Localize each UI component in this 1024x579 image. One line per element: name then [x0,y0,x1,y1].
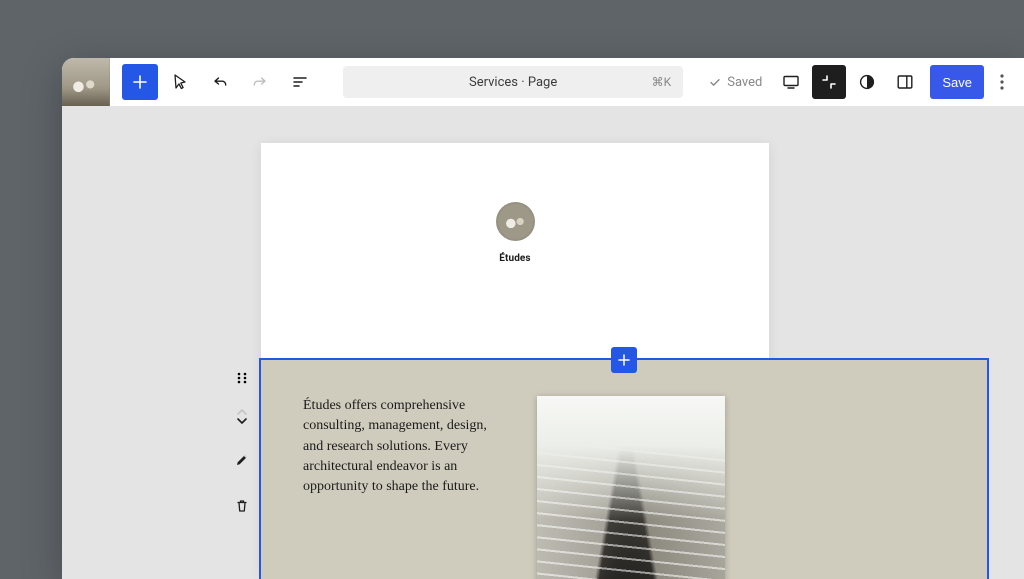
site-icon-chip[interactable] [62,58,110,106]
desktop-icon [781,72,801,92]
document-outline-button[interactable] [282,64,318,100]
plus-icon [616,352,632,368]
drag-icon [235,371,249,385]
more-menu-button[interactable] [988,74,1016,90]
fullscreen-exit-icon [820,73,838,91]
chevron-down-icon [236,417,248,425]
page-canvas[interactable]: Études Études offers comprehensive consu… [261,143,769,579]
zoom-fit-button[interactable] [812,65,846,99]
command-bar-shortcut: ⌘K [652,75,672,89]
editor-window: Services · Page ⌘K Saved Save [62,58,1024,579]
edit-button[interactable] [230,448,254,472]
redo-button[interactable] [242,64,278,100]
settings-sidebar-button[interactable] [888,65,922,99]
site-title[interactable]: Études [499,253,530,264]
contrast-icon [857,72,877,92]
selected-block[interactable]: Études offers comprehensive consulting, … [261,360,987,579]
command-bar[interactable]: Services · Page ⌘K [343,66,683,98]
block-paragraph[interactable]: Études offers comprehensive consulting, … [303,396,499,579]
pointer-icon [170,72,190,92]
block-tool-stack [230,366,254,518]
delete-button[interactable] [230,494,254,518]
select-tool-button[interactable] [162,64,198,100]
undo-button[interactable] [202,64,238,100]
kebab-icon [1000,74,1004,90]
drag-handle[interactable] [230,366,254,390]
styles-button[interactable] [850,65,884,99]
outline-icon [290,72,310,92]
saved-indicator: Saved [708,75,762,90]
save-button[interactable]: Save [930,65,984,99]
command-bar-label: Services · Page [469,75,557,90]
plus-icon [130,72,150,92]
block-columns: Études offers comprehensive consulting, … [261,360,987,579]
add-block-before-button[interactable] [611,347,637,373]
insert-block-button[interactable] [122,64,158,100]
chevron-up-icon [236,408,248,416]
pencil-icon [234,452,250,468]
undo-icon [210,72,230,92]
site-logo[interactable] [496,202,535,241]
move-up-down[interactable] [230,406,254,426]
block-image[interactable] [537,396,725,579]
sidebar-icon [895,72,915,92]
check-icon [708,75,722,89]
top-toolbar: Services · Page ⌘K Saved Save [62,58,1024,106]
edit-surface: Études Études offers comprehensive consu… [62,106,1024,579]
saved-label: Saved [727,75,762,90]
redo-icon [250,72,270,92]
view-desktop-button[interactable] [774,65,808,99]
site-header: Études [261,143,769,323]
trash-icon [234,498,250,514]
